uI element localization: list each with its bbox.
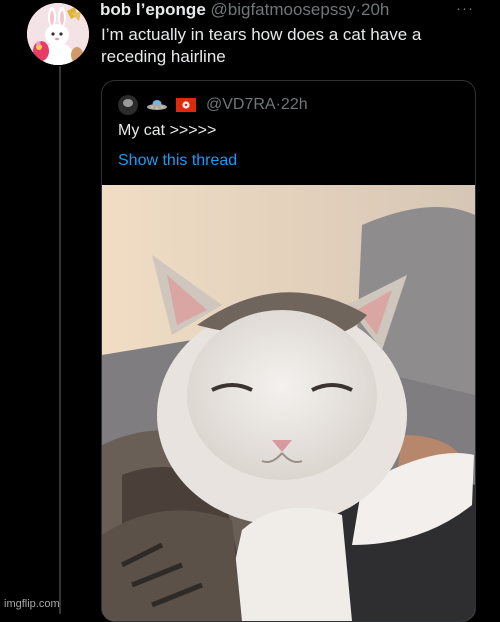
show-thread-link[interactable]: Show this thread [118, 152, 237, 170]
tweet-header: bob l’eponge @bigfatmoosepssy·20h [100, 0, 490, 20]
imgflip-watermark: imgflip.com [4, 598, 60, 610]
tweet-time[interactable]: 20h [361, 0, 389, 19]
quoted-tweet-card[interactable]: @VD7RA · 22h My cat >>>>> Show this thread [101, 80, 476, 622]
more-options-icon[interactable]: ··· [456, 0, 474, 17]
quoted-tweet-header: @VD7RA · 22h [118, 95, 308, 115]
ufo-icon [147, 100, 167, 110]
quoted-user-handle[interactable]: @VD7RA [206, 96, 276, 114]
bunny-toy-icon [27, 3, 89, 65]
quoted-user-avatar[interactable] [118, 95, 138, 115]
display-name[interactable]: bob l’eponge [100, 0, 206, 19]
quoted-tweet-text: My cat >>>>> [118, 122, 217, 139]
tweet-text: I’m actually in tears how does a cat hav… [101, 25, 422, 66]
user-avatar[interactable] [27, 3, 89, 65]
cat-photo[interactable] [102, 185, 475, 621]
thread-line [59, 66, 61, 614]
quoted-tweet-time[interactable]: 22h [281, 96, 308, 114]
user-handle[interactable]: @bigfatmoosepssy [211, 0, 356, 19]
hong-kong-flag-icon [176, 98, 196, 112]
